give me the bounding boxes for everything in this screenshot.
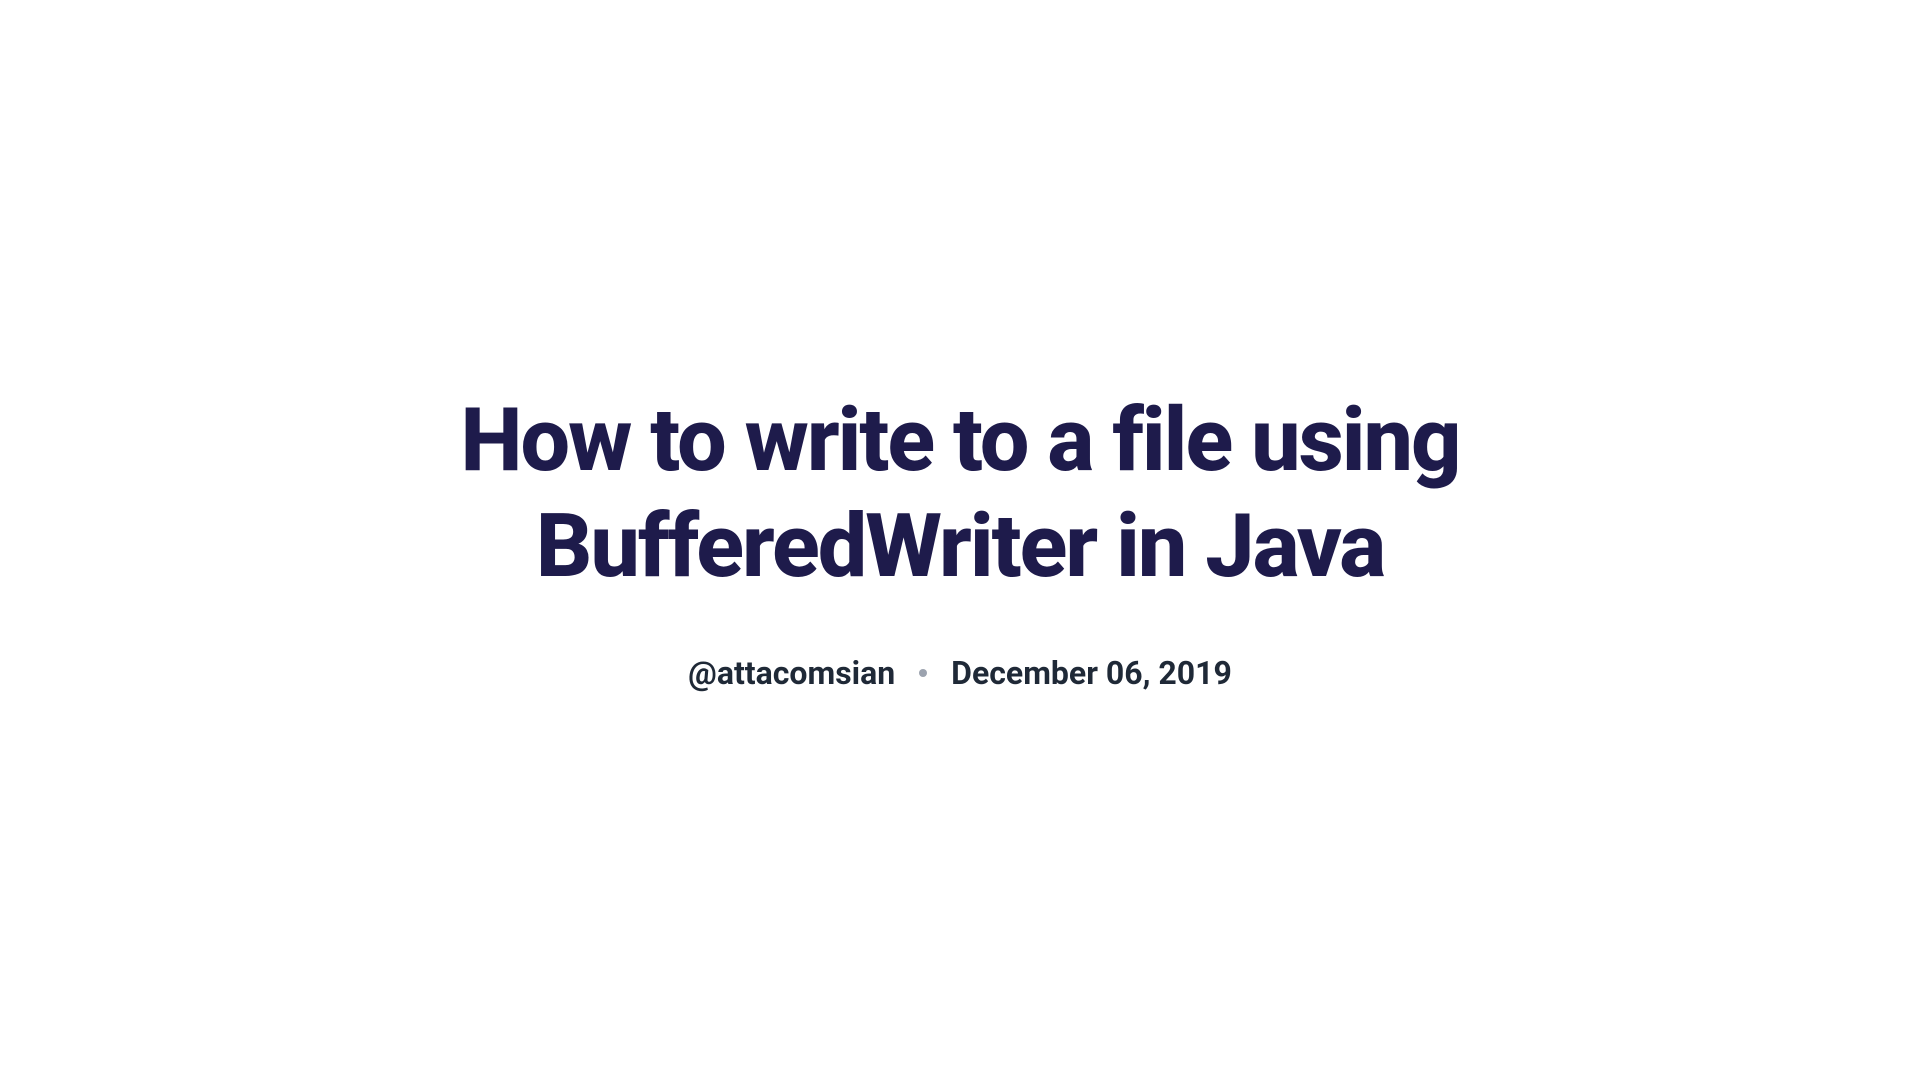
article-meta: @attacomsian December 06, 2019 (688, 654, 1232, 692)
article-title: How to write to a file using BufferedWri… (410, 388, 1510, 599)
publish-date: December 06, 2019 (951, 654, 1232, 692)
article-header: How to write to a file using BufferedWri… (410, 388, 1510, 692)
separator-dot-icon (919, 669, 927, 677)
author-handle[interactable]: @attacomsian (688, 654, 895, 692)
